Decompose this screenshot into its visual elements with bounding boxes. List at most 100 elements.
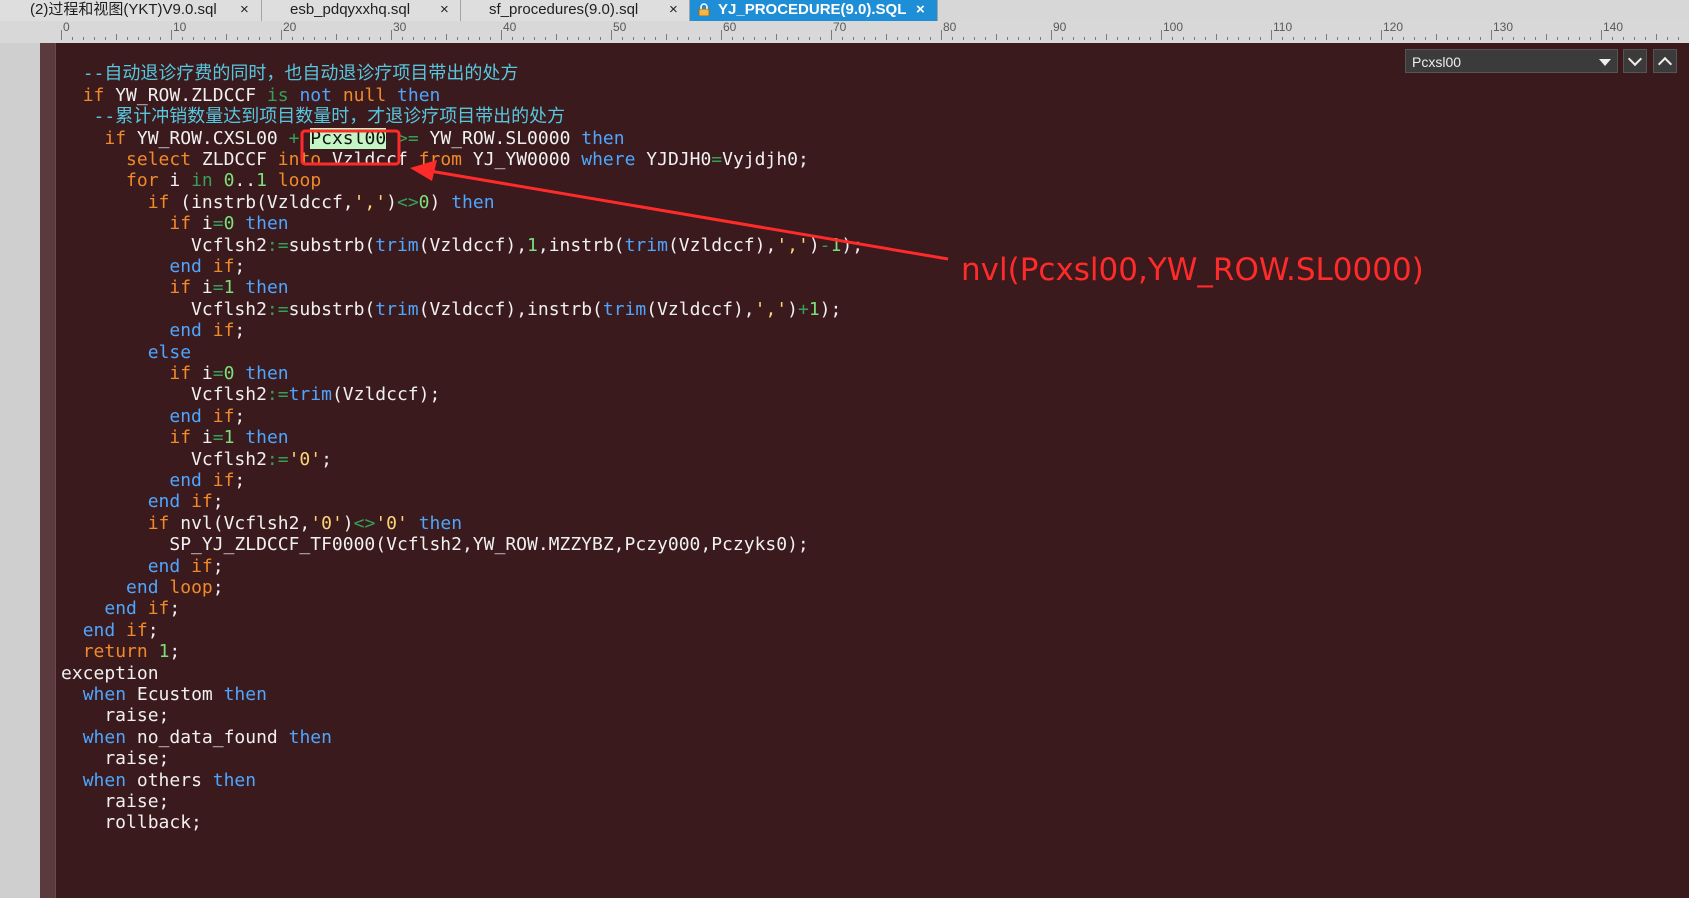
code-line[interactable]: 375 end if; [56,619,1689,642]
code-line[interactable]: 372 end if; [56,555,1689,578]
code-text: end if; [61,619,159,642]
code-line[interactable]: 370 if nvl(Vcflsh2,'0')<>'0' then [56,512,1689,535]
ruler-label: 60 [723,21,737,34]
code-line[interactable]: 351 --累计冲销数量达到项目数量时，才退诊疗项目带出的处方 [56,105,1689,128]
code-line[interactable]: 371 SP_YJ_ZLDCCF_TF0000(Vcflsh2,YW_ROW.M… [56,533,1689,556]
code-token: 1 [256,170,267,192]
ruler-tick [468,37,469,40]
code-line[interactable]: 365 end if; [56,405,1689,428]
code-line[interactable]: 364 Vcflsh2:=trim(Vzldccf); [56,383,1689,406]
code-line[interactable]: 367 Vcflsh2:='0'; [56,448,1689,471]
code-token: ; [212,577,224,598]
code-token: SP_YJ_ZLDCCF_TF0000(Vcflsh2,YW_ROW.MZZYB… [61,534,809,556]
close-icon[interactable]: × [669,0,678,20]
ruler-tick [1524,37,1525,40]
ruler-tick [732,37,733,40]
code-line[interactable]: 382 when others then [56,769,1689,792]
tab-label: YJ_PROCEDURE(9.0).SQL [718,1,907,18]
ruler-tick [446,34,447,40]
tab-esb-pdqyxxhq-sql[interactable]: esb_pdqyxxhq.sql × [262,0,461,21]
code-token: trim [602,298,647,320]
code-line[interactable]: 357 Vcflsh2:=substrb(trim(Vzldccf),1,ins… [56,234,1689,257]
code-editor[interactable]: 348349 --自动退诊疗费的同时，也自动退诊疗项目带出的处方350 if Y… [56,43,1689,898]
ruler-label: 110 [1273,21,1293,34]
code-text: end loop; [61,576,224,599]
ruler-tick [820,37,821,40]
code-line[interactable]: 363 if i=0 then [56,362,1689,385]
code-token: others [126,769,213,791]
code-line[interactable]: 369 end if; [56,490,1689,513]
code-text: if i=0 then [61,212,288,235]
ruler-tick [1139,37,1140,40]
code-text: raise; [61,790,169,813]
close-icon[interactable]: × [240,0,249,20]
ruler-tick [930,37,931,40]
code-token: raise; [61,791,170,812]
code-text: end if; [61,597,180,620]
code-line[interactable]: 356 if i=0 then [56,212,1689,235]
code-line[interactable]: 355 if (instrb(Vzldccf,',')<>0) then [56,191,1689,214]
dropdown-arrow-icon[interactable] [1599,59,1611,66]
code-token: if [126,619,148,641]
code-token: when [82,769,127,791]
code-line[interactable]: 380 when no_data_found then [56,726,1689,749]
code-line[interactable]: 366 if i=1 then [56,426,1689,449]
code-token: if [169,277,192,299]
code-token: i [191,213,213,235]
code-token: --自动退诊疗费的同时，也自动退诊疗项目带出的处方 [82,63,519,85]
ruler-tick [875,37,876,40]
code-line[interactable]: 362 else [56,341,1689,364]
tab-sf-procedures-sql[interactable]: sf_procedures(9.0).sql × [461,0,690,21]
code-line[interactable]: 352 if YW_ROW.CXSL00 + Pcxsl00 >= YW_ROW… [56,127,1689,150]
code-line[interactable]: 379 raise; [56,704,1689,727]
fold-margin[interactable] [40,43,56,898]
ruler-tick [248,37,249,40]
find-previous-button[interactable] [1653,49,1677,73]
close-icon[interactable]: × [916,0,925,20]
code-line[interactable]: 358 end if; [56,255,1689,278]
code-line[interactable]: 378 when Ecustom then [56,683,1689,706]
code-line[interactable]: 361 end if; [56,319,1689,342]
code-text: if i=1 then [61,426,288,449]
code-line[interactable]: 354 for i in 0..1 loop [56,169,1689,192]
code-text: if nvl(Vcflsh2,'0')<>'0' then [61,512,462,535]
code-token: 0 [223,170,235,192]
code-line[interactable]: 383 raise; [56,790,1689,813]
code-token: then [288,726,332,748]
tab-process-views-sql[interactable]: (2)过程和视图(YKT)V9.0.sql × [0,0,262,21]
code-token: 1 [223,427,235,449]
tab-yj-procedure-sql[interactable]: YJ_PROCEDURE(9.0).SQL × [690,0,938,21]
code-text: return 1; [61,640,181,663]
ruler-tick [1304,37,1305,40]
close-icon[interactable]: × [440,0,449,20]
code-line[interactable]: 350 if YW_ROW.ZLDCCF is not null then [56,84,1689,107]
ruler-tick [1645,37,1646,40]
code-line[interactable]: 381 raise; [56,747,1689,770]
code-line[interactable]: 353 select ZLDCCF into Vzldccf from YJ_Y… [56,148,1689,171]
find-next-button[interactable] [1623,49,1647,73]
search-input[interactable]: Pcxsl00 [1405,49,1618,73]
code-line[interactable]: 384 rollback; [56,811,1689,834]
code-token: ) [808,234,820,256]
code-token: then [397,84,441,106]
code-line[interactable]: 368 end if; [56,469,1689,492]
code-line[interactable]: 359 if i=1 then [56,276,1689,299]
code-token: = [212,363,224,384]
code-line[interactable]: 374 end if; [56,597,1689,620]
code-line[interactable]: 373 end loop; [56,576,1689,599]
code-line[interactable]: 360 Vcflsh2:=substrb(trim(Vzldccf),instr… [56,298,1689,321]
code-line[interactable]: 376 return 1; [56,640,1689,663]
code-line[interactable]: 377exception [56,662,1689,685]
ruler-tick [1546,34,1547,40]
code-token: trim [288,384,332,406]
